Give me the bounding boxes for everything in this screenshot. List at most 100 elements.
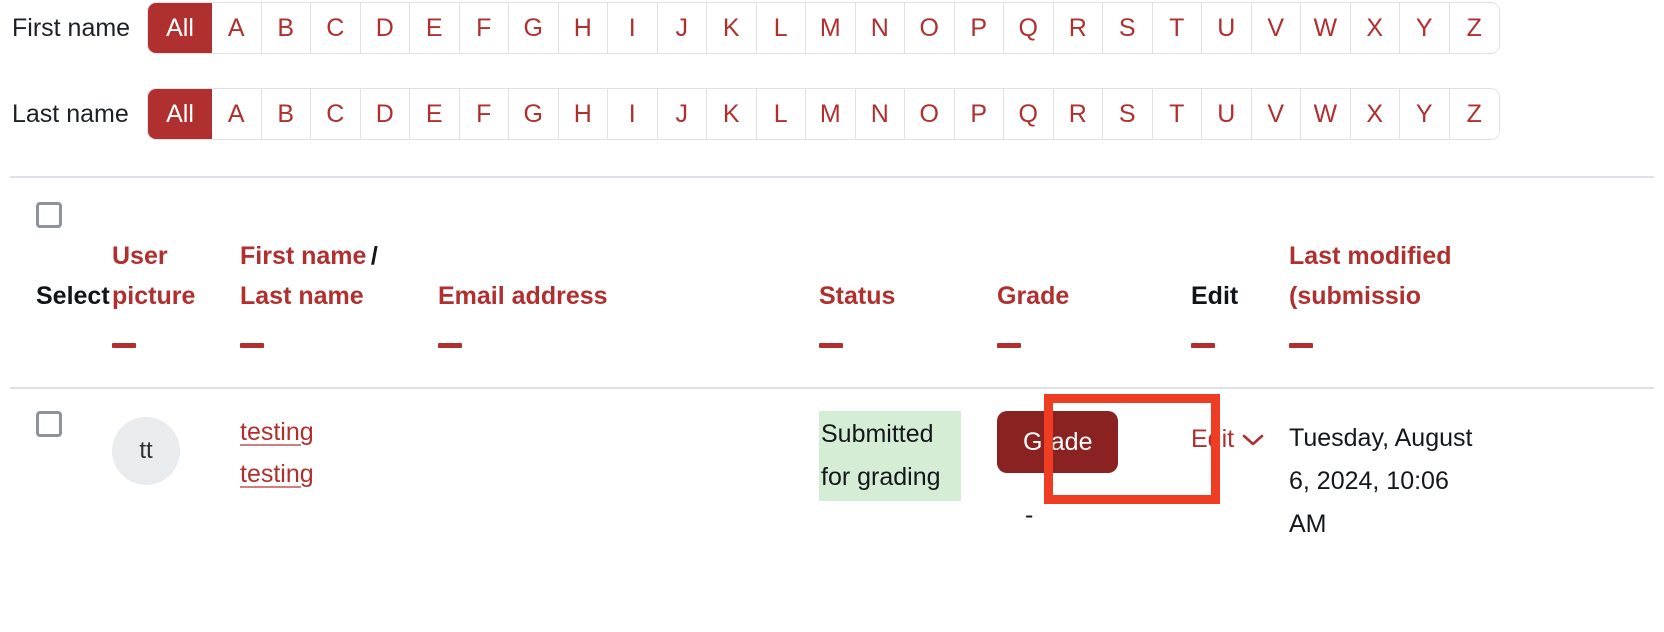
first-name-initial-t[interactable]: T	[1152, 3, 1202, 53]
header-select-label: Select	[36, 281, 110, 310]
header-cell-grade: Grade	[997, 202, 1191, 350]
first-name-initial-m[interactable]: M	[806, 3, 856, 53]
first-name-initial-b[interactable]: B	[261, 3, 311, 53]
row-select-checkbox[interactable]	[36, 411, 62, 437]
table-row: tt testing testing Submitted for grading…	[0, 389, 1664, 615]
last-name-filter-label: Last name	[12, 99, 129, 128]
first-name-initial-u[interactable]: U	[1202, 3, 1252, 53]
last-name-initial-bar: All A B C D E F G H I J K L M N O P Q R …	[148, 89, 1499, 139]
last-name-initial-a[interactable]: A	[212, 89, 262, 139]
last-name-initial-l[interactable]: L	[756, 89, 806, 139]
header-cell-last-modified: Last modified (submissio	[1289, 202, 1589, 350]
first-name-initial-k[interactable]: K	[707, 3, 757, 53]
first-name-initial-o[interactable]: O	[905, 3, 955, 53]
sort-indicator-last-modified[interactable]	[1289, 343, 1313, 348]
last-name-initial-u[interactable]: U	[1202, 89, 1252, 139]
last-modified-value: Tuesday, August 6, 2024, 10:06 AM	[1289, 424, 1473, 538]
edit-label: Edit	[1191, 425, 1235, 453]
last-name-initial-v[interactable]: V	[1251, 89, 1301, 139]
last-name-initial-g[interactable]: G	[509, 89, 559, 139]
avatar[interactable]: tt	[112, 417, 180, 485]
row-cell-select	[0, 411, 112, 437]
header-email-link[interactable]: Email address	[438, 277, 608, 317]
grade-value: -	[1025, 501, 1034, 529]
last-name-initial-q[interactable]: Q	[1004, 89, 1054, 139]
last-name-initial-k[interactable]: K	[707, 89, 757, 139]
first-name-initial-a[interactable]: A	[212, 3, 262, 53]
first-name-initial-all[interactable]: All	[148, 3, 212, 53]
sort-indicator-name[interactable]	[240, 343, 264, 348]
table-header-row: Select User picture First name / Last na…	[0, 178, 1664, 387]
last-name-initial-w[interactable]: W	[1301, 89, 1351, 139]
row-cell-last-modified: Tuesday, August 6, 2024, 10:06 AM	[1289, 411, 1589, 546]
row-cell-edit: Edit	[1191, 411, 1289, 454]
header-cell-select: Select	[0, 202, 112, 350]
header-grade-link[interactable]: Grade	[997, 277, 1069, 317]
sort-indicator-email[interactable]	[438, 343, 462, 348]
last-name-initial-o[interactable]: O	[905, 89, 955, 139]
last-name-initial-d[interactable]: D	[360, 89, 410, 139]
last-name-initial-s[interactable]: S	[1103, 89, 1153, 139]
first-name-initial-z[interactable]: Z	[1449, 3, 1499, 53]
last-name-initial-n[interactable]: N	[855, 89, 905, 139]
grading-page: First name All A B C D E F G H I J K L M…	[0, 0, 1664, 632]
header-cell-user-picture: User picture	[112, 202, 240, 350]
grading-table: Select User picture First name / Last na…	[0, 176, 1664, 615]
last-name-initial-r[interactable]: R	[1053, 89, 1103, 139]
row-last-name-link[interactable]: testing	[240, 453, 438, 495]
first-name-initial-n[interactable]: N	[855, 3, 905, 53]
sort-indicator-status[interactable]	[819, 343, 843, 348]
last-name-initial-p[interactable]: P	[954, 89, 1004, 139]
last-name-initial-c[interactable]: C	[311, 89, 361, 139]
last-name-initial-j[interactable]: J	[657, 89, 707, 139]
first-name-initial-bar: All A B C D E F G H I J K L M N O P Q R …	[148, 3, 1499, 53]
header-status-link[interactable]: Status	[819, 277, 895, 317]
first-name-initial-r[interactable]: R	[1053, 3, 1103, 53]
last-name-initial-e[interactable]: E	[410, 89, 460, 139]
row-cell-status: Submitted for grading	[819, 411, 997, 501]
last-name-initial-all[interactable]: All	[148, 89, 212, 139]
last-name-initial-i[interactable]: I	[608, 89, 658, 139]
first-name-initial-s[interactable]: S	[1103, 3, 1153, 53]
last-name-initial-y[interactable]: Y	[1400, 89, 1450, 139]
last-name-initial-f[interactable]: F	[459, 89, 509, 139]
first-name-initial-w[interactable]: W	[1301, 3, 1351, 53]
last-name-initial-h[interactable]: H	[558, 89, 608, 139]
grade-button[interactable]: Grade	[997, 411, 1119, 473]
first-name-initial-d[interactable]: D	[360, 3, 410, 53]
last-name-initial-x[interactable]: X	[1350, 89, 1400, 139]
sort-indicator-user-picture[interactable]	[112, 343, 136, 348]
edit-menu-toggle[interactable]: Edit	[1191, 425, 1264, 454]
row-cell-user-picture: tt	[112, 411, 240, 485]
first-name-initial-v[interactable]: V	[1251, 3, 1301, 53]
last-name-initial-z[interactable]: Z	[1449, 89, 1499, 139]
first-name-initial-e[interactable]: E	[410, 3, 460, 53]
first-name-initial-c[interactable]: C	[311, 3, 361, 53]
first-name-initial-x[interactable]: X	[1350, 3, 1400, 53]
header-edit-label: Edit	[1191, 281, 1239, 310]
header-last-name-link[interactable]: Last name	[240, 277, 364, 317]
chevron-down-icon	[1242, 425, 1264, 454]
first-name-initial-q[interactable]: Q	[1004, 3, 1054, 53]
last-name-initial-t[interactable]: T	[1152, 89, 1202, 139]
last-name-initial-filter: Last name All A B C D E F G H I J K L M …	[0, 86, 1499, 142]
first-name-initial-i[interactable]: I	[608, 3, 658, 53]
first-name-initial-f[interactable]: F	[459, 3, 509, 53]
sort-indicator-edit[interactable]	[1191, 343, 1215, 348]
row-first-name-link[interactable]: testing	[240, 411, 438, 453]
sort-indicator-grade[interactable]	[997, 343, 1021, 348]
first-name-initial-l[interactable]: L	[756, 3, 806, 53]
last-name-initial-m[interactable]: M	[806, 89, 856, 139]
first-name-initial-y[interactable]: Y	[1400, 3, 1450, 53]
header-last-modified-link[interactable]: Last modified (submissio	[1289, 237, 1479, 316]
first-name-initial-g[interactable]: G	[509, 3, 559, 53]
header-first-name-link[interactable]: First name	[240, 237, 366, 277]
header-cell-name: First name / Last name	[240, 202, 438, 350]
first-name-initial-j[interactable]: J	[657, 3, 707, 53]
select-all-checkbox[interactable]	[36, 202, 62, 228]
first-name-initial-h[interactable]: H	[558, 3, 608, 53]
header-user-picture-link[interactable]: User picture	[112, 237, 212, 316]
last-name-initial-b[interactable]: B	[261, 89, 311, 139]
first-name-filter-label: First name	[12, 13, 131, 42]
first-name-initial-p[interactable]: P	[954, 3, 1004, 53]
